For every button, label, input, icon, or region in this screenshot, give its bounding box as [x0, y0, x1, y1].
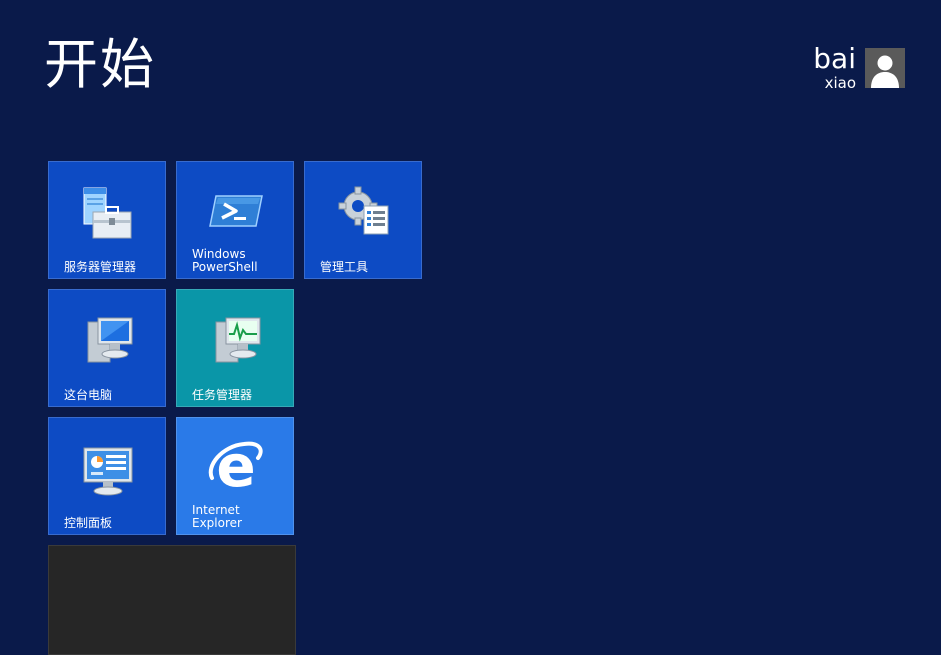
control-panel-icon	[83, 447, 133, 496]
user-account[interactable]: bai xiao	[813, 45, 905, 92]
internet-explorer-icon: e	[208, 436, 263, 500]
task-manager-icon	[215, 317, 261, 363]
tile-label: 这台电脑	[64, 388, 113, 402]
user-avatar[interactable]	[865, 48, 905, 88]
user-first-name: bai	[813, 42, 856, 75]
user-silhouette-icon	[865, 48, 905, 88]
this-pc-icon	[87, 317, 133, 363]
user-last-name: xiao	[824, 74, 856, 92]
tile-internet-explorer[interactable]: e Internet Explorer	[176, 417, 294, 535]
tile-label: 控制面板	[64, 516, 113, 530]
tile-this-pc[interactable]: 这台电脑	[48, 289, 166, 407]
tile-desktop[interactable]	[48, 545, 296, 655]
tile-windows-powershell[interactable]: Windows PowerShell	[176, 161, 294, 279]
tile-admin-tools[interactable]: 管理工具	[304, 161, 422, 279]
tile-task-manager[interactable]: 任务管理器	[176, 289, 294, 407]
server-manager-icon	[83, 187, 132, 239]
powershell-icon	[209, 195, 263, 227]
tile-label: 任务管理器	[192, 388, 253, 402]
tile-label: 管理工具	[320, 260, 369, 274]
tile-control-panel[interactable]: 控制面板	[48, 417, 166, 535]
tile-label: Internet Explorer	[192, 503, 242, 530]
start-title: 开始	[44, 33, 156, 96]
tile-label: Windows PowerShell	[192, 247, 258, 274]
tile-label: 服务器管理器	[64, 260, 137, 274]
user-names[interactable]: bai xiao	[813, 42, 856, 93]
tile-server-manager[interactable]: 服务器管理器	[48, 161, 166, 279]
admin-tools-icon	[338, 186, 389, 235]
